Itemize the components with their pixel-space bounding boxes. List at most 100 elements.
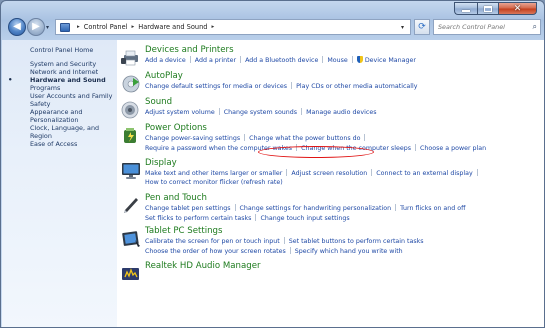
link-screen-rotation-order[interactable]: Choose the order of how your screen rota… [145, 248, 286, 255]
link-add-device[interactable]: Add a device [145, 57, 186, 64]
category-body: Realtek HD Audio Manager [145, 261, 544, 272]
search-box[interactable]: ⌕ [433, 19, 541, 35]
breadcrumb-separator[interactable]: ▸ [131, 24, 134, 30]
pen-icon [124, 198, 138, 213]
sidebar-item-network-and-internet[interactable]: Network and Internet [2, 68, 117, 76]
link-separator [234, 204, 236, 211]
breadcrumb-separator[interactable]: ▸ [211, 24, 214, 30]
refresh-button[interactable]: ⟳ [414, 19, 430, 35]
sidebar-item-system-and-security[interactable]: System and Security [2, 60, 117, 68]
category-body: Devices and Printers Add a device Add a p… [145, 45, 544, 66]
back-arrow-icon: ◀ [13, 21, 21, 32]
category-body: AutoPlay Change default settings for med… [145, 71, 544, 92]
autoplay-icon [122, 75, 140, 93]
link-correct-monitor-flicker[interactable]: How to correct monitor flicker (refresh … [145, 179, 283, 186]
shield-icon [356, 56, 363, 63]
link-change-touch-input-settings[interactable]: Change touch input settings [260, 215, 349, 222]
realtek-audio-icon [122, 268, 139, 280]
tablet-pc-icon [122, 231, 140, 247]
link-set-tablet-buttons[interactable]: Set tablet buttons to perform certain ta… [289, 238, 424, 245]
link-change-tablet-pen-settings[interactable]: Change tablet pen settings [145, 205, 231, 212]
speaker-icon [121, 101, 139, 119]
link-separator [414, 143, 416, 151]
category-title[interactable]: Tablet PC Settings [145, 226, 544, 237]
link-separator [218, 108, 220, 115]
link-row: How to correct monitor flicker (refresh … [145, 179, 544, 188]
link-manage-audio-devices[interactable]: Manage audio devices [306, 109, 376, 116]
link-mouse[interactable]: Mouse [327, 57, 347, 64]
link-play-cds-automatically[interactable]: Play CDs or other media automatically [296, 83, 417, 90]
address-dropdown-icon[interactable]: ▾ [401, 24, 404, 31]
category-title[interactable]: Realtek HD Audio Manager [145, 261, 544, 272]
sidebar-item-programs[interactable]: Programs [2, 84, 117, 92]
link-adjust-system-volume[interactable]: Adjust system volume [145, 109, 215, 116]
link-handwriting-personalization[interactable]: Change settings for handwriting personal… [240, 205, 392, 212]
link-separator [371, 169, 373, 176]
link-change-system-sounds[interactable]: Change system sounds [224, 109, 297, 116]
close-button[interactable]: ✕ [498, 2, 537, 15]
link-row: Adjust system volume Change system sounds… [145, 108, 544, 118]
link-specify-writing-hand[interactable]: Specify which hand you write with [295, 248, 403, 255]
link-row: Change tablet pen settings Change setting… [145, 204, 544, 214]
category-title[interactable]: Sound [145, 97, 544, 108]
sidebar-item-user-accounts[interactable]: User Accounts and Family Safety [2, 92, 117, 108]
link-separator [395, 204, 397, 211]
highlight-circle [258, 146, 374, 158]
breadcrumb-control-panel[interactable]: Control Panel [84, 23, 128, 31]
category-title[interactable]: Pen and Touch [145, 193, 544, 204]
forward-arrow-icon: ▶ [32, 21, 40, 32]
link-add-bluetooth-device[interactable]: Add a Bluetooth device [245, 57, 318, 64]
link-separator [286, 169, 288, 176]
maximize-button[interactable] [477, 2, 498, 15]
sidebar-item-clock-language-region[interactable]: Clock, Language, and Region [2, 124, 117, 140]
address-bar[interactable]: ▸ Control Panel ▸ Hardware and Sound ▸ ▾ [55, 19, 411, 35]
sidebar-item-control-panel-home[interactable]: Control Panel Home [2, 46, 117, 54]
search-input[interactable] [434, 20, 528, 34]
search-icon[interactable]: ⌕ [533, 22, 537, 32]
refresh-icon: ⟳ [418, 22, 426, 32]
sidebar-list: Control Panel Home System and Security N… [2, 46, 117, 148]
monitor-icon [122, 163, 140, 179]
recent-pages-dropdown[interactable]: ▾ [46, 24, 49, 31]
link-adjust-screen-resolution[interactable]: Adjust screen resolution [291, 170, 367, 177]
link-calibrate-screen[interactable]: Calibrate the screen for pen or touch in… [145, 238, 280, 245]
link-separator [301, 108, 303, 115]
forward-button[interactable]: ▶ [27, 18, 45, 36]
link-connect-external-display[interactable]: Connect to an external display [376, 170, 472, 177]
category-title[interactable]: Display [145, 158, 544, 169]
category-body: Pen and Touch Change tablet pen settings… [145, 193, 544, 224]
breadcrumb-separator[interactable]: ▸ [77, 24, 80, 30]
control-panel-icon [60, 22, 70, 32]
link-set-flicks-tasks[interactable]: Set flicks to perform certain tasks [145, 215, 251, 222]
link-change-power-buttons[interactable]: Change what the power buttons do [249, 135, 360, 142]
link-choose-power-plan[interactable]: Choose a power plan [420, 145, 486, 152]
sidebar-item-hardware-and-sound[interactable]: • Hardware and Sound [2, 76, 117, 84]
link-row: Set flicks to perform certain tasks Chang… [145, 213, 544, 224]
caption-buttons: ✕ [454, 2, 537, 15]
link-add-printer[interactable]: Add a printer [195, 57, 236, 64]
sidebar-item-label: Hardware and Sound [30, 76, 106, 84]
link-make-text-larger[interactable]: Make text and other items larger or smal… [145, 170, 282, 177]
control-panel-window: ✕ ◀ ▶ ▾ ▸ Control Panel ▸ Hardware and S… [0, 0, 545, 328]
link-row: Change power-saving settings Change what … [145, 134, 544, 144]
link-separator [476, 169, 478, 176]
link-separator [255, 213, 257, 221]
breadcrumb-hardware-and-sound[interactable]: Hardware and Sound [138, 23, 207, 31]
link-change-power-saving-settings[interactable]: Change power-saving settings [145, 135, 240, 142]
link-separator [283, 237, 285, 244]
link-change-default-media-settings[interactable]: Change default settings for media or dev… [145, 83, 287, 90]
link-separator [240, 56, 242, 63]
sidebar-item-ease-of-access[interactable]: Ease of Access [2, 140, 117, 148]
link-separator [322, 56, 324, 63]
back-button[interactable]: ◀ [8, 18, 26, 36]
link-row: Calibrate the screen for pen or touch in… [145, 237, 544, 247]
category-title[interactable]: AutoPlay [145, 71, 544, 82]
category-title[interactable]: Devices and Printers [145, 45, 544, 56]
category-title[interactable]: Power Options [145, 123, 544, 134]
sidebar-item-appearance[interactable]: Appearance and Personalization [2, 108, 117, 124]
link-row: Change default settings for media or dev… [145, 82, 544, 92]
minimize-button[interactable] [454, 2, 477, 15]
link-turn-flicks-on-off[interactable]: Turn flicks on and off [400, 205, 465, 212]
link-device-manager[interactable]: Device Manager [365, 57, 416, 64]
link-row: Choose the order of how your screen rota… [145, 246, 544, 257]
